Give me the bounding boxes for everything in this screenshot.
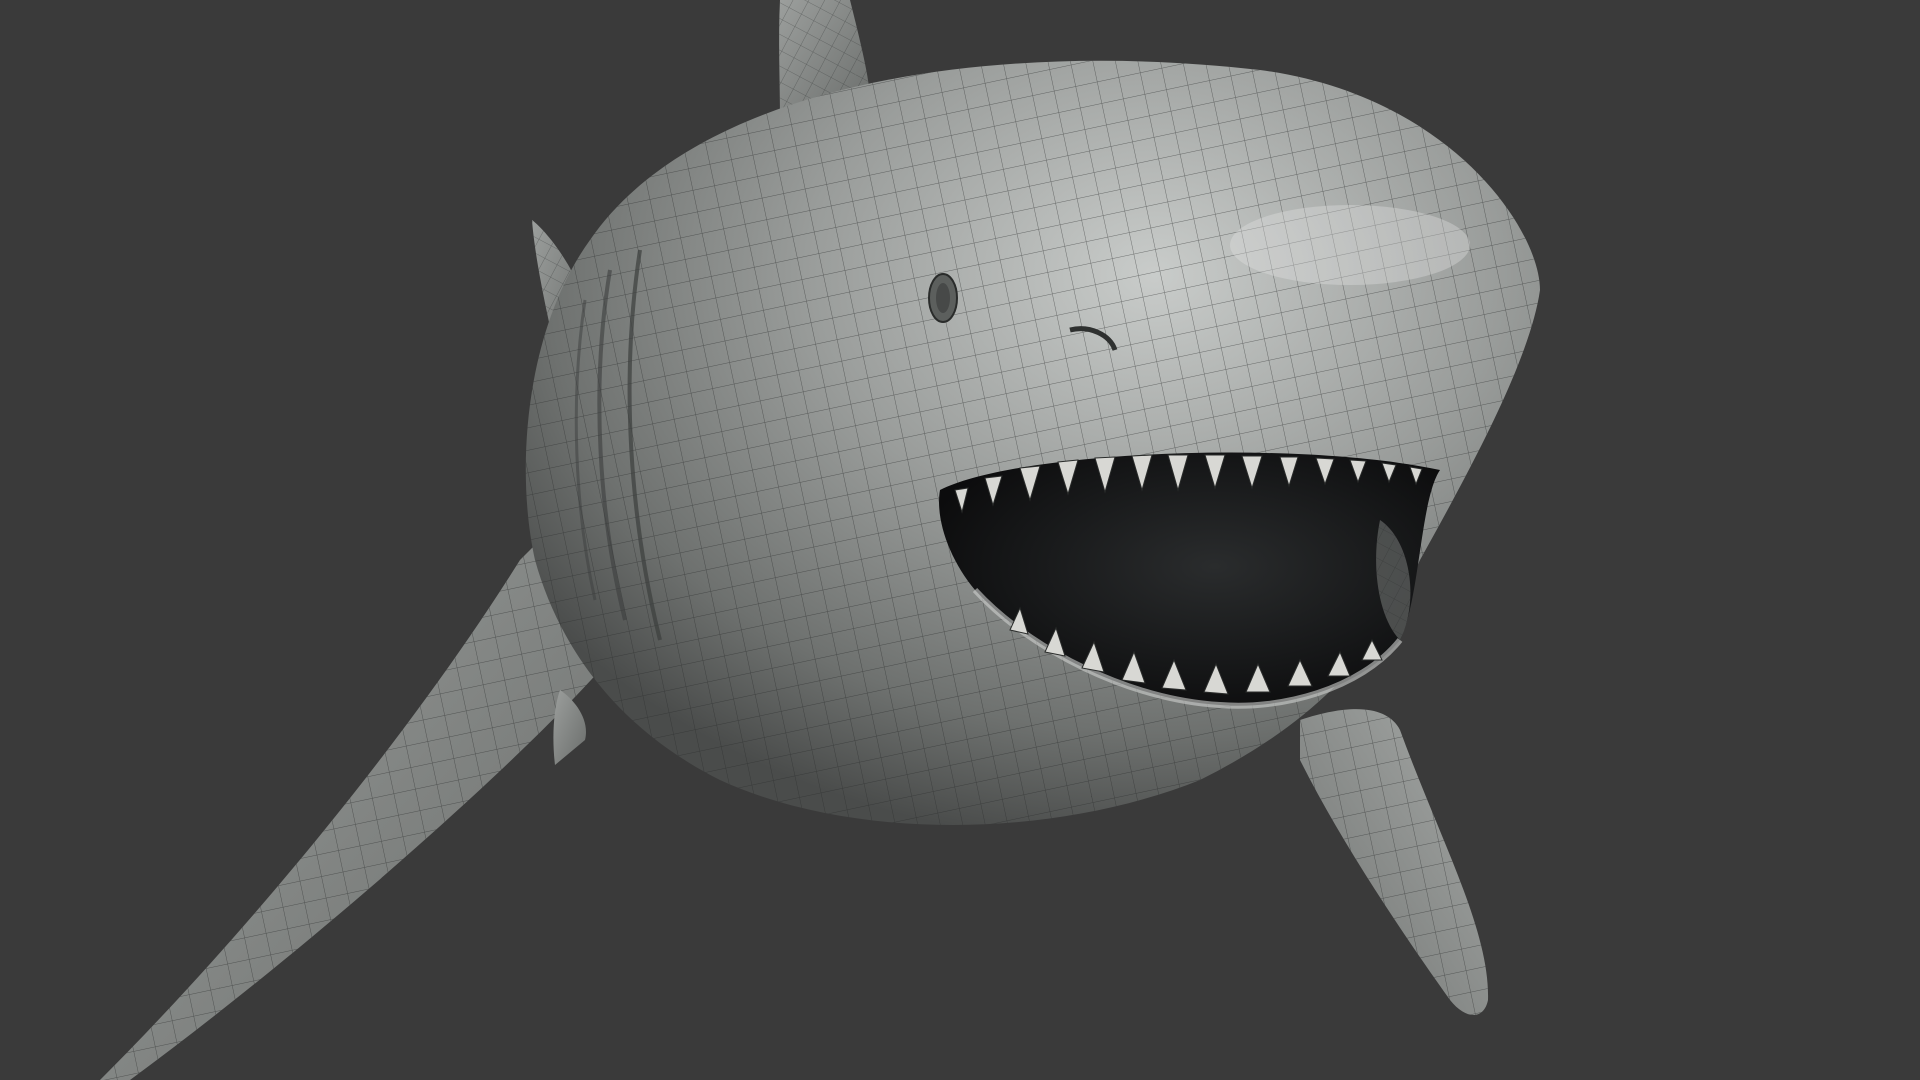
3d-viewport[interactable] bbox=[0, 0, 1920, 1080]
shark-model-render bbox=[0, 0, 1920, 1080]
eye bbox=[928, 273, 958, 323]
